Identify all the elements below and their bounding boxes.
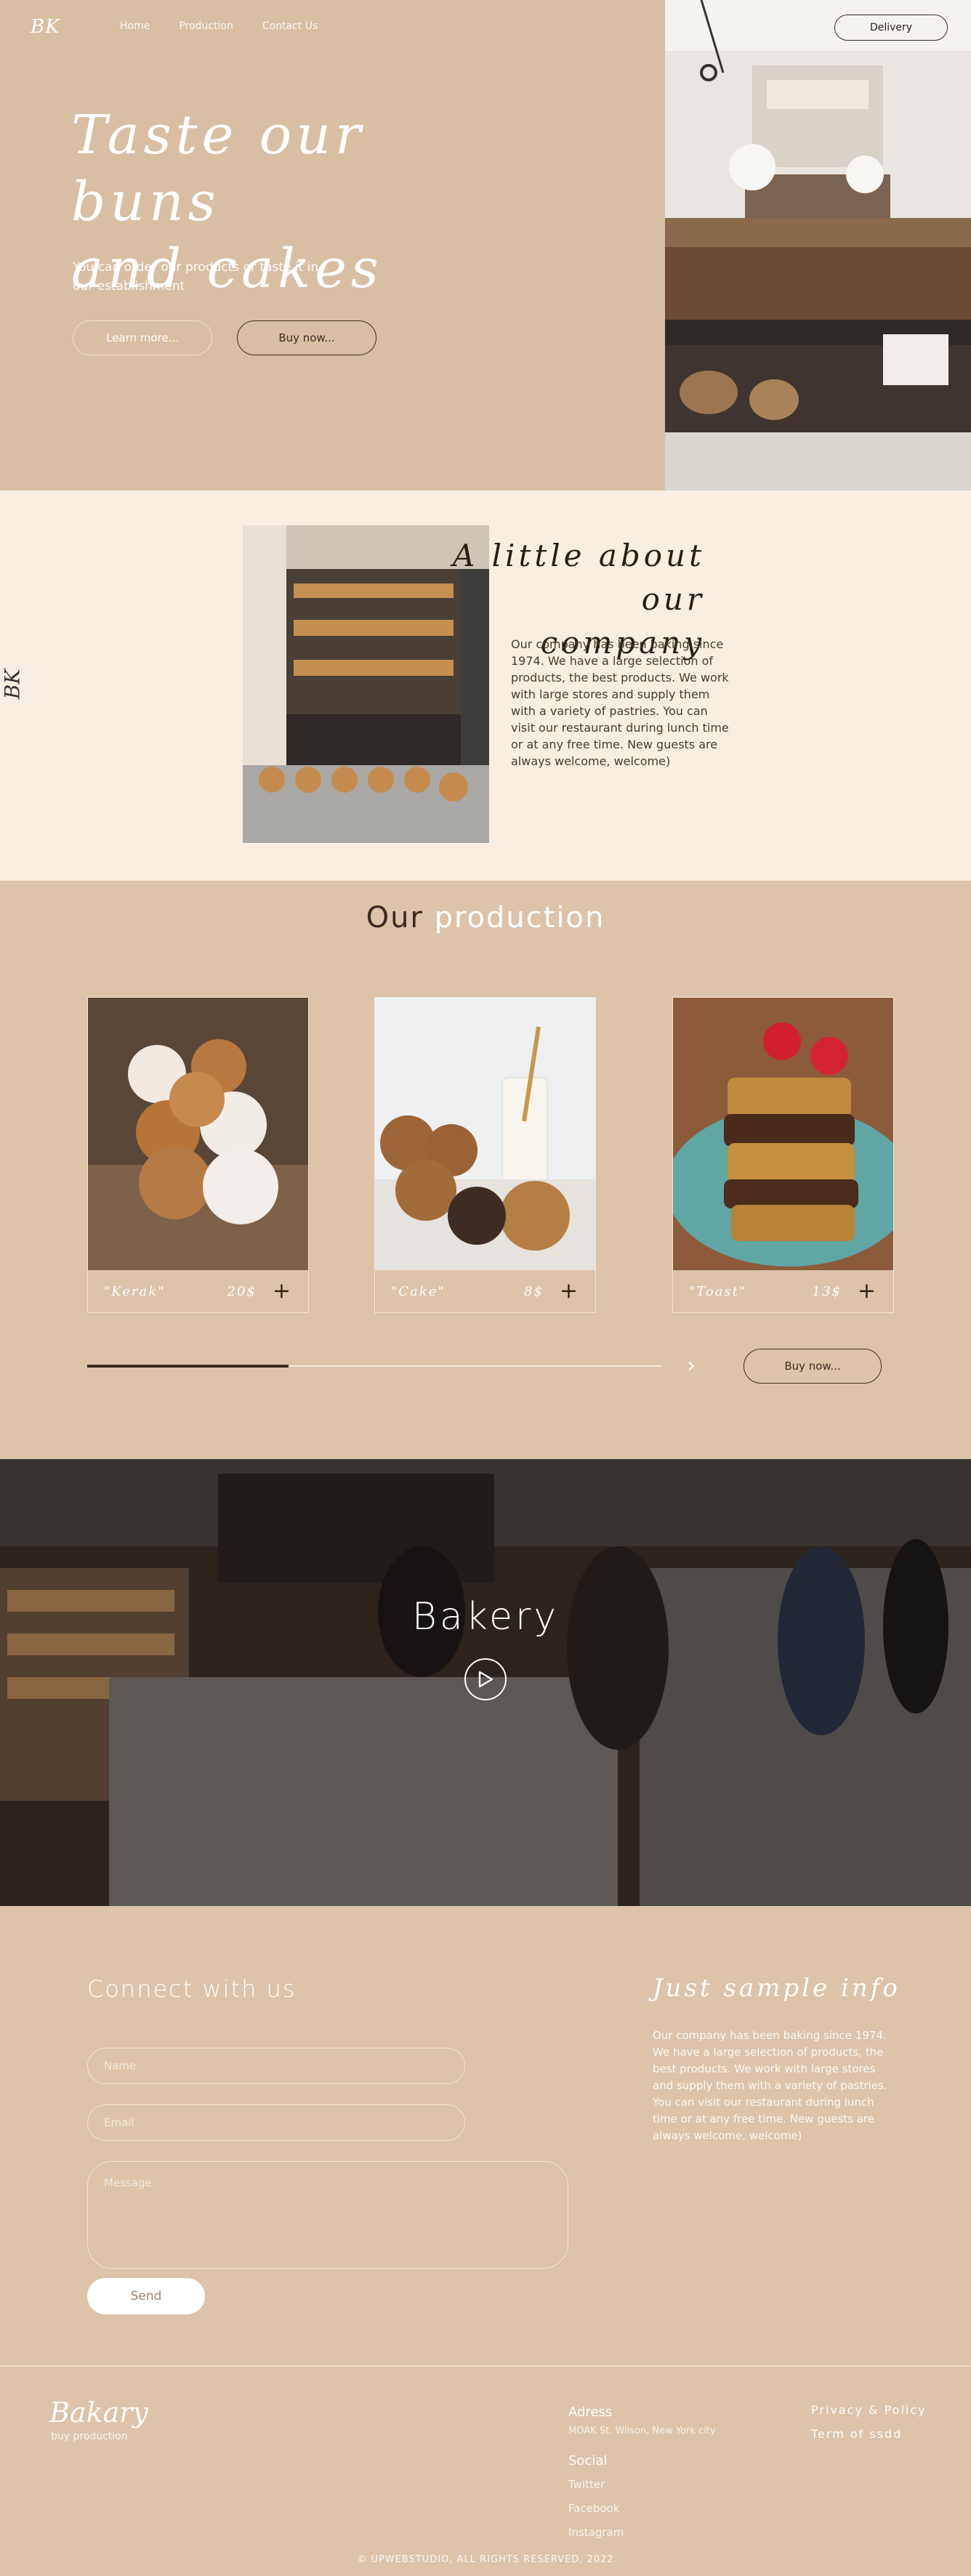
email-field[interactable] bbox=[87, 2104, 465, 2141]
site-logo[interactable]: BK bbox=[31, 16, 60, 38]
product-meta: "Cake" 8$ + bbox=[375, 1270, 595, 1312]
message-field[interactable] bbox=[87, 2161, 568, 2269]
nav-production[interactable]: Production bbox=[179, 20, 233, 32]
product-name: "Kerak" bbox=[104, 1283, 166, 1299]
footer-link-instagram[interactable]: Instagram bbox=[568, 2526, 624, 2539]
video-title: Bakery bbox=[411, 1595, 560, 1639]
add-to-cart-plus-icon[interactable]: + bbox=[560, 1280, 579, 1302]
product-price: 20$ bbox=[227, 1283, 257, 1299]
nav-home[interactable]: Home bbox=[120, 20, 150, 32]
hero-buy-now-button[interactable]: Buy now... bbox=[237, 320, 376, 355]
production-buy-now-button[interactable]: Buy now... bbox=[744, 1349, 882, 1384]
footer-terms-link[interactable]: Term of ssdd bbox=[811, 2427, 902, 2441]
product-price: 13$ bbox=[812, 1283, 842, 1299]
copyright: © UPWEBSTUDIO, ALL RIGHTS RESERVED, 2022 bbox=[357, 2554, 614, 2565]
send-button[interactable]: Send bbox=[87, 2278, 205, 2314]
cinnamon-rolls-photo bbox=[88, 998, 308, 1270]
product-card-kerak[interactable]: "Kerak" 20$ + bbox=[87, 997, 309, 1313]
info-text: Our company has been baking since 1974. … bbox=[653, 2029, 887, 2142]
footer-tagline: buy production bbox=[51, 2431, 128, 2442]
carousel-progress-fill bbox=[87, 1365, 289, 1368]
product-meta: "Kerak" 20$ + bbox=[88, 1270, 308, 1312]
name-field[interactable] bbox=[87, 2048, 465, 2084]
production-title: Our production bbox=[0, 901, 971, 934]
footer-link-facebook[interactable]: Facebook bbox=[568, 2502, 619, 2515]
delivery-button[interactable]: Delivery bbox=[834, 15, 948, 41]
product-meta: "Toast" 13$ + bbox=[673, 1270, 893, 1312]
main-nav: Home Production Contact Us bbox=[120, 20, 318, 32]
production-title-light: production bbox=[434, 901, 605, 934]
hero-title-line1: Taste our buns bbox=[71, 104, 366, 233]
about-text: Our company has been baking since 1974. … bbox=[511, 637, 729, 768]
about-title-line1: A little about our bbox=[452, 538, 705, 617]
footer-divider bbox=[0, 2365, 971, 2367]
product-name: "Toast" bbox=[689, 1283, 747, 1299]
chevron-right-icon[interactable]: › bbox=[687, 1353, 696, 1378]
footer-address-text: MOAK St. Wilson, New York city bbox=[568, 2426, 716, 2436]
footer-address-heading: Adress bbox=[568, 2405, 613, 2420]
footer-privacy-link[interactable]: Privacy & Policy bbox=[811, 2403, 927, 2417]
info-title: Just sample info bbox=[653, 1974, 901, 2003]
footer-social-heading: Social bbox=[568, 2453, 608, 2468]
production-title-dark: Our bbox=[366, 901, 424, 934]
product-card-toast[interactable]: "Toast" 13$ + bbox=[672, 997, 894, 1313]
learn-more-button[interactable]: Learn more... bbox=[73, 320, 212, 355]
side-logo: BK bbox=[0, 669, 25, 700]
footer-link-twitter[interactable]: Twitter bbox=[568, 2478, 605, 2491]
nav-contact[interactable]: Contact Us bbox=[262, 20, 318, 32]
play-icon[interactable] bbox=[464, 1658, 507, 1700]
product-name: "Cake" bbox=[391, 1283, 446, 1299]
bakery-store-photo bbox=[665, 0, 971, 490]
add-to-cart-plus-icon[interactable]: + bbox=[273, 1280, 292, 1302]
product-card-cake[interactable]: "Cake" 8$ + bbox=[374, 997, 596, 1313]
add-to-cart-plus-icon[interactable]: + bbox=[858, 1280, 877, 1302]
french-toast-photo bbox=[673, 998, 893, 1270]
product-price: 8$ bbox=[523, 1283, 544, 1299]
chocolate-buns-photo bbox=[375, 998, 595, 1270]
hero-subtitle: You can order our products or taste it i… bbox=[73, 260, 319, 294]
contact-title: Connect with us bbox=[87, 1975, 297, 2003]
footer-logo[interactable]: Bakary bbox=[49, 2397, 148, 2428]
